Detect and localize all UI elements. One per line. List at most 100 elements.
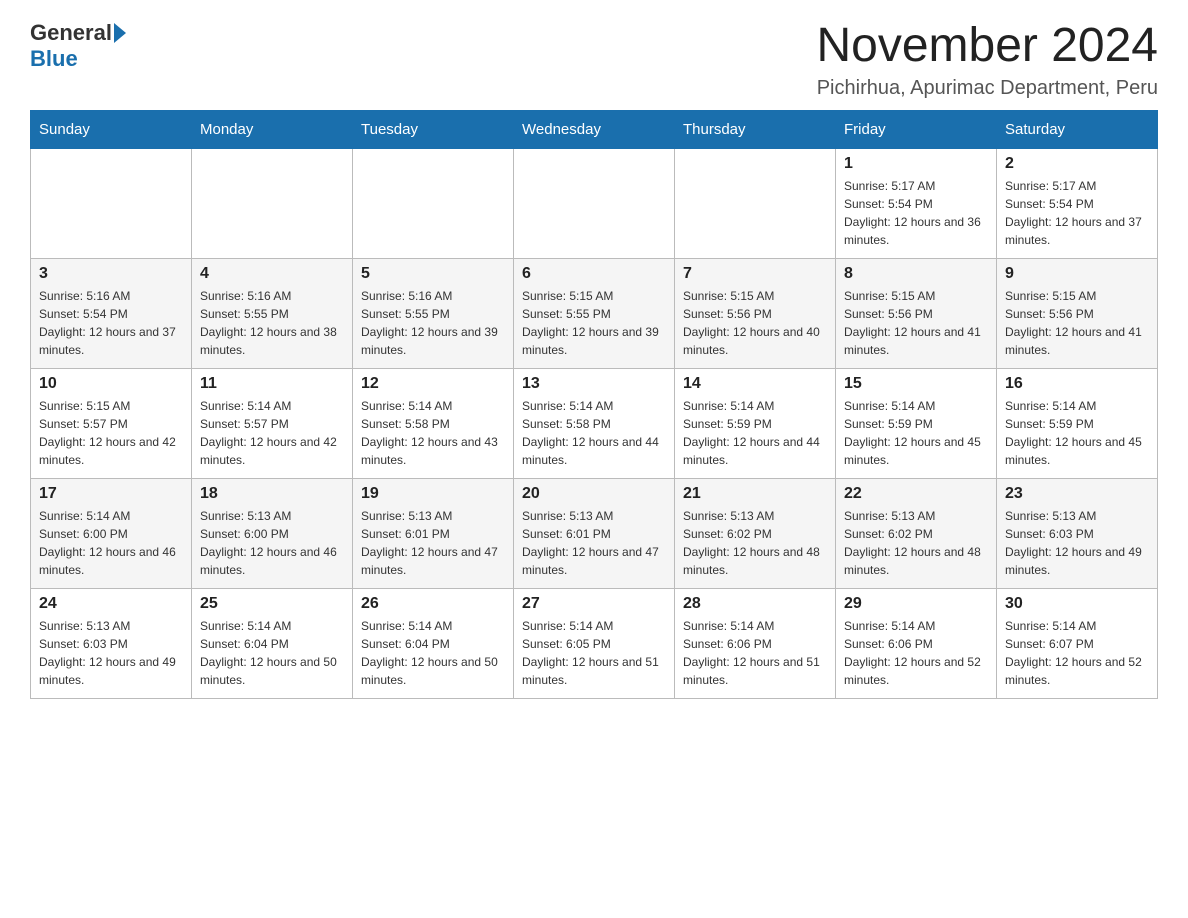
calendar-cell: 26 Sunrise: 5:14 AMSunset: 6:04 PMDayligh… [353,588,514,698]
logo: General Blue [30,20,126,72]
day-number: 6 [522,265,666,283]
logo-arrow-icon [114,23,126,43]
calendar-cell: 6 Sunrise: 5:15 AMSunset: 5:55 PMDaylight… [514,258,675,368]
day-number: 17 [39,485,183,503]
calendar-cell: 4Sunrise: 5:16 AMSunset: 5:55 PMDaylight… [192,258,353,368]
weekday-header-thursday: Thursday [675,110,836,148]
day-info: Sunrise: 5:14 AMSunset: 5:57 PMDaylight:… [200,397,344,469]
calendar-cell [514,148,675,258]
calendar-cell: 11 Sunrise: 5:14 AMSunset: 5:57 PMDayligh… [192,368,353,478]
day-info: Sunrise: 5:14 AMSunset: 6:04 PMDaylight:… [200,617,344,689]
calendar-cell: 8 Sunrise: 5:15 AMSunset: 5:56 PMDaylight… [836,258,997,368]
day-number: 24 [39,595,183,613]
location-subtitle: Pichirhua, Apurimac Department, Peru [816,77,1158,100]
day-info: Sunrise: 5:13 AMSunset: 6:03 PMDaylight:… [1005,507,1149,579]
calendar-cell [675,148,836,258]
calendar-cell: 14 Sunrise: 5:14 AMSunset: 5:59 PMDayligh… [675,368,836,478]
day-info: Sunrise: 5:14 AMSunset: 6:00 PMDaylight:… [39,507,183,579]
day-info: Sunrise: 5:14 AMSunset: 6:04 PMDaylight:… [361,617,505,689]
calendar-cell: 19 Sunrise: 5:13 AMSunset: 6:01 PMDayligh… [353,478,514,588]
calendar-cell: 3 Sunrise: 5:16 AMSunset: 5:54 PMDaylight… [31,258,192,368]
day-number: 5 [361,265,505,283]
day-info: Sunrise: 5:13 AMSunset: 6:02 PMDaylight:… [844,507,988,579]
calendar-cell: 17 Sunrise: 5:14 AMSunset: 6:00 PMDayligh… [31,478,192,588]
calendar-cell: 10 Sunrise: 5:15 AMSunset: 5:57 PMDayligh… [31,368,192,478]
calendar-cell: 5 Sunrise: 5:16 AMSunset: 5:55 PMDaylight… [353,258,514,368]
calendar-cell: 21 Sunrise: 5:13 AMSunset: 6:02 PMDayligh… [675,478,836,588]
calendar-cell: 25 Sunrise: 5:14 AMSunset: 6:04 PMDayligh… [192,588,353,698]
calendar-cell [353,148,514,258]
day-number: 18 [200,485,344,503]
calendar-cell: 7 Sunrise: 5:15 AMSunset: 5:56 PMDaylight… [675,258,836,368]
day-info: Sunrise: 5:15 AMSunset: 5:56 PMDaylight:… [1005,287,1149,359]
day-number: 26 [361,595,505,613]
day-number: 19 [361,485,505,503]
day-number: 2 [1005,155,1149,173]
calendar-cell: 9 Sunrise: 5:15 AMSunset: 5:56 PMDaylight… [997,258,1158,368]
day-info: Sunrise: 5:14 AMSunset: 6:06 PMDaylight:… [844,617,988,689]
calendar-week-row: 1 Sunrise: 5:17 AMSunset: 5:54 PMDaylight… [31,148,1158,258]
day-number: 1 [844,155,988,173]
weekday-header-row: SundayMondayTuesdayWednesdayThursdayFrid… [31,110,1158,148]
calendar-cell: 22 Sunrise: 5:13 AMSunset: 6:02 PMDayligh… [836,478,997,588]
day-info: Sunrise: 5:13 AMSunset: 6:01 PMDaylight:… [361,507,505,579]
weekday-header-wednesday: Wednesday [514,110,675,148]
day-info: Sunrise: 5:13 AMSunset: 6:01 PMDaylight:… [522,507,666,579]
day-number: 11 [200,375,344,393]
calendar-cell: 16 Sunrise: 5:14 AMSunset: 5:59 PMDayligh… [997,368,1158,478]
day-info: Sunrise: 5:14 AMSunset: 5:59 PMDaylight:… [683,397,827,469]
day-number: 15 [844,375,988,393]
day-number: 21 [683,485,827,503]
day-info: Sunrise: 5:14 AMSunset: 6:05 PMDaylight:… [522,617,666,689]
calendar-week-row: 24 Sunrise: 5:13 AMSunset: 6:03 PMDayligh… [31,588,1158,698]
weekday-header-friday: Friday [836,110,997,148]
day-info: Sunrise: 5:14 AMSunset: 6:06 PMDaylight:… [683,617,827,689]
day-number: 8 [844,265,988,283]
title-block: November 2024 Pichirhua, Apurimac Depart… [816,20,1158,100]
calendar-cell: 2Sunrise: 5:17 AMSunset: 5:54 PMDaylight… [997,148,1158,258]
day-info: Sunrise: 5:16 AMSunset: 5:54 PMDaylight:… [39,287,183,359]
day-info: Sunrise: 5:13 AMSunset: 6:03 PMDaylight:… [39,617,183,689]
logo-general: General [30,20,112,46]
calendar-cell: 15 Sunrise: 5:14 AMSunset: 5:59 PMDayligh… [836,368,997,478]
day-info: Sunrise: 5:17 AMSunset: 5:54 PMDaylight:… [844,177,988,249]
calendar-week-row: 17 Sunrise: 5:14 AMSunset: 6:00 PMDayligh… [31,478,1158,588]
day-number: 9 [1005,265,1149,283]
calendar-cell: 23Sunrise: 5:13 AMSunset: 6:03 PMDayligh… [997,478,1158,588]
day-number: 27 [522,595,666,613]
day-number: 30 [1005,595,1149,613]
calendar-table: SundayMondayTuesdayWednesdayThursdayFrid… [30,110,1158,699]
calendar-cell: 27 Sunrise: 5:14 AMSunset: 6:05 PMDayligh… [514,588,675,698]
calendar-cell: 24 Sunrise: 5:13 AMSunset: 6:03 PMDayligh… [31,588,192,698]
weekday-header-sunday: Sunday [31,110,192,148]
day-number: 25 [200,595,344,613]
day-info: Sunrise: 5:13 AMSunset: 6:02 PMDaylight:… [683,507,827,579]
calendar-cell: 29Sunrise: 5:14 AMSunset: 6:06 PMDayligh… [836,588,997,698]
day-info: Sunrise: 5:15 AMSunset: 5:57 PMDaylight:… [39,397,183,469]
day-info: Sunrise: 5:16 AMSunset: 5:55 PMDaylight:… [361,287,505,359]
day-info: Sunrise: 5:15 AMSunset: 5:56 PMDaylight:… [683,287,827,359]
day-number: 12 [361,375,505,393]
calendar-cell: 13Sunrise: 5:14 AMSunset: 5:58 PMDayligh… [514,368,675,478]
day-number: 3 [39,265,183,283]
day-info: Sunrise: 5:14 AMSunset: 5:59 PMDaylight:… [1005,397,1149,469]
day-number: 28 [683,595,827,613]
day-info: Sunrise: 5:15 AMSunset: 5:56 PMDaylight:… [844,287,988,359]
day-number: 10 [39,375,183,393]
day-number: 4 [200,265,344,283]
day-info: Sunrise: 5:15 AMSunset: 5:55 PMDaylight:… [522,287,666,359]
calendar-cell: 28 Sunrise: 5:14 AMSunset: 6:06 PMDayligh… [675,588,836,698]
day-number: 13 [522,375,666,393]
day-number: 22 [844,485,988,503]
calendar-week-row: 3 Sunrise: 5:16 AMSunset: 5:54 PMDaylight… [31,258,1158,368]
month-title: November 2024 [816,20,1158,73]
calendar-cell: 12 Sunrise: 5:14 AMSunset: 5:58 PMDayligh… [353,368,514,478]
weekday-header-saturday: Saturday [997,110,1158,148]
day-number: 14 [683,375,827,393]
day-number: 16 [1005,375,1149,393]
day-info: Sunrise: 5:14 AMSunset: 5:58 PMDaylight:… [361,397,505,469]
day-info: Sunrise: 5:14 AMSunset: 5:59 PMDaylight:… [844,397,988,469]
day-number: 7 [683,265,827,283]
day-info: Sunrise: 5:14 AMSunset: 6:07 PMDaylight:… [1005,617,1149,689]
day-number: 20 [522,485,666,503]
